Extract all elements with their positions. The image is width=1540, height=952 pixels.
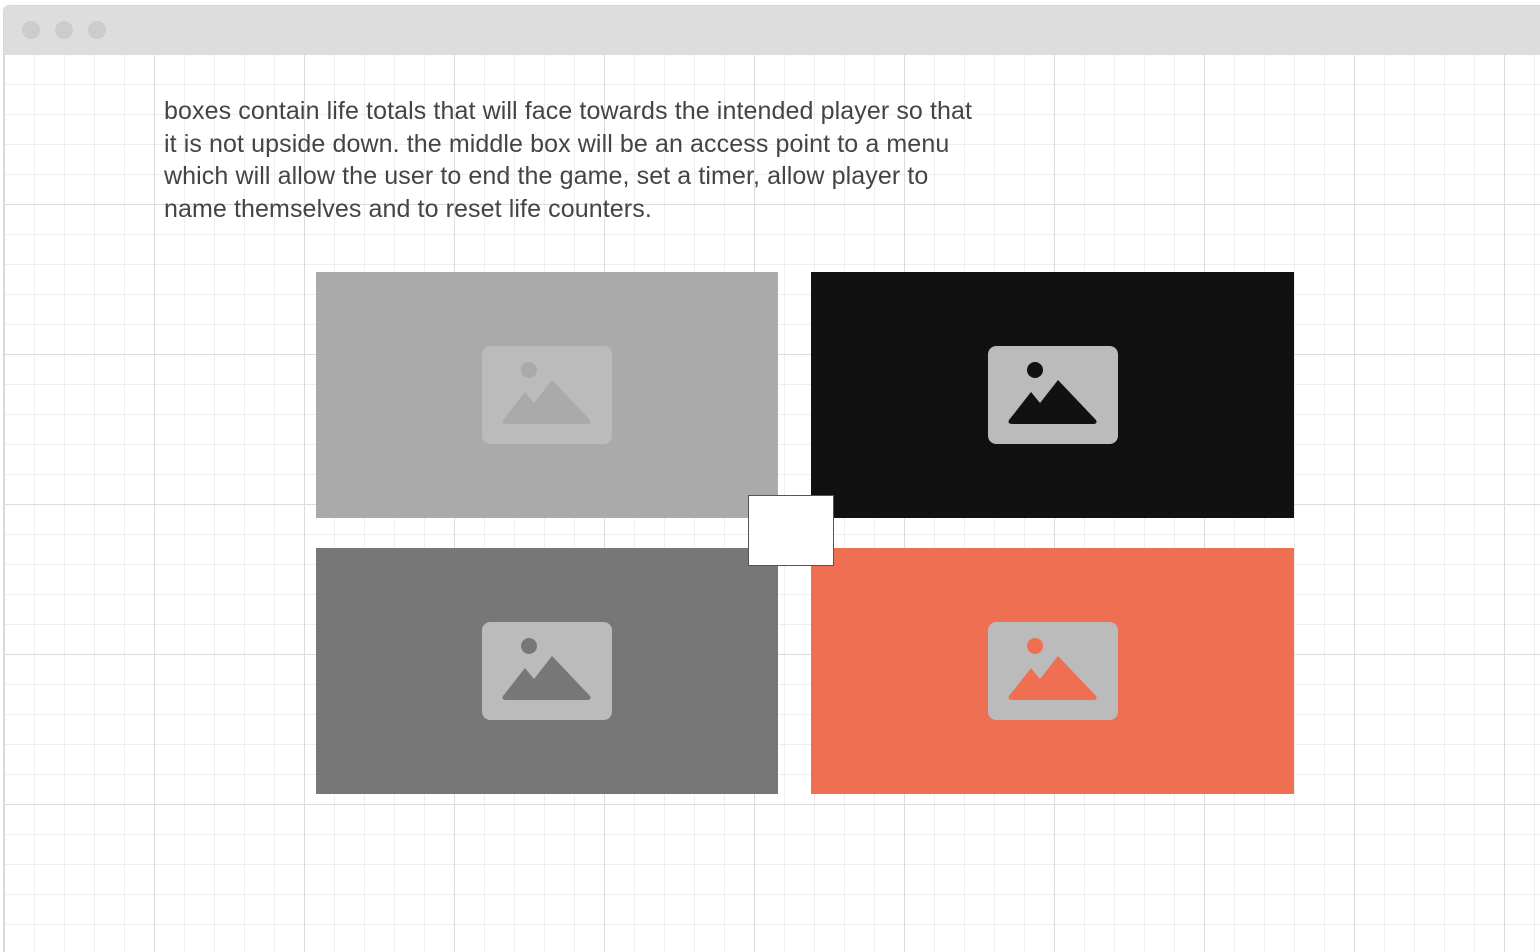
player-box-top-right[interactable]	[811, 272, 1294, 518]
wireframe-canvas: boxes contain life totals that will face…	[4, 54, 1540, 952]
description-text: boxes contain life totals that will face…	[164, 95, 1064, 225]
window-titlebar	[4, 6, 1540, 54]
description-line: it is not upside down. the middle box wi…	[164, 129, 950, 158]
menu-access-box[interactable]	[748, 495, 834, 566]
maximize-dot-icon[interactable]	[88, 21, 106, 39]
minimize-dot-icon[interactable]	[55, 21, 73, 39]
close-dot-icon[interactable]	[22, 21, 40, 39]
browser-window: boxes contain life totals that will face…	[3, 5, 1540, 952]
image-placeholder-icon	[987, 346, 1118, 444]
image-placeholder-icon	[482, 346, 612, 444]
player-box-bottom-left[interactable]	[316, 548, 778, 794]
image-placeholder-icon	[482, 622, 612, 720]
player-box-top-left[interactable]	[316, 272, 778, 518]
player-box-bottom-right[interactable]	[811, 548, 1294, 794]
image-placeholder-icon	[987, 622, 1118, 720]
description-line: which will allow the user to end the gam…	[164, 162, 929, 190]
description-line: name themselves and to reset life counte…	[164, 194, 652, 223]
description-line: boxes contain life totals that will face…	[164, 97, 973, 125]
